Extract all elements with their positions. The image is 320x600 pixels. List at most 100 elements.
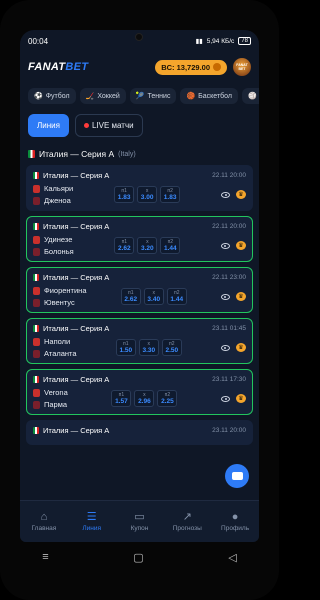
match-header: Италия — Серия А 23.11 17:30 bbox=[33, 375, 246, 384]
teams: Verona Парма bbox=[33, 388, 68, 409]
odd-p1-button[interactable]: п1 1.57 bbox=[111, 390, 132, 407]
team-logo-icon bbox=[33, 196, 40, 205]
odd-p2-button[interactable]: п2 2.25 bbox=[157, 390, 178, 407]
odd-x-button[interactable]: х 3.20 bbox=[137, 237, 158, 254]
match-league-title: Италия — Серия А bbox=[33, 222, 109, 231]
odd-value: 2.62 bbox=[118, 245, 131, 252]
teams: Кальяри Дженоа bbox=[33, 184, 73, 205]
prediction-icon[interactable]: ♛ bbox=[235, 343, 246, 352]
league-title: Италия — Серия А bbox=[39, 149, 115, 159]
coupon-fab-button[interactable] bbox=[225, 464, 249, 488]
italy-flag-icon bbox=[33, 427, 39, 434]
nav-label: Прогнозы bbox=[172, 524, 202, 532]
italy-flag-icon bbox=[33, 274, 39, 281]
match-card[interactable]: Италия — Серия А 23.11 20:00 bbox=[26, 420, 253, 445]
odd-value: 2.50 bbox=[165, 347, 179, 354]
odd-p2-button[interactable]: п2 1.44 bbox=[160, 237, 181, 254]
sport-tab[interactable]: 🏐Во bbox=[242, 88, 259, 104]
away-team: Ювентус bbox=[33, 298, 86, 307]
avatar-text: FANAT BET bbox=[236, 63, 248, 71]
eye-icon[interactable] bbox=[221, 191, 230, 198]
odd-p2-button[interactable]: п2 1.83 bbox=[160, 186, 181, 203]
match-league-title: Италия — Серия А bbox=[33, 426, 109, 435]
sport-icon: 🏀 bbox=[186, 93, 196, 100]
match-actions: ♛ bbox=[221, 190, 246, 199]
team-logo-icon bbox=[33, 400, 40, 409]
match-header: Италия — Серия А 22.11 23:00 bbox=[33, 273, 246, 282]
back-icon[interactable]: ◁ bbox=[228, 551, 236, 564]
odd-p1-button[interactable]: п1 2.62 bbox=[120, 288, 141, 305]
odd-value: 3.40 bbox=[147, 296, 161, 303]
match-card[interactable]: Италия — Серия А 22.11 23:00 Фиорентина … bbox=[26, 267, 253, 313]
eye-icon[interactable] bbox=[220, 242, 230, 249]
tab-line[interactable]: Линия bbox=[28, 114, 69, 137]
match-actions: ♛ bbox=[220, 241, 246, 250]
match-card[interactable]: Италия — Серия А 23.11 17:30 Verona Парм… bbox=[26, 369, 253, 415]
avatar[interactable]: FANAT BET bbox=[233, 58, 251, 76]
menu-icon[interactable]: ≡ bbox=[42, 551, 48, 563]
match-header: Италия — Серия А 22.11 20:00 bbox=[33, 171, 246, 180]
odd-x-button[interactable]: х 3.00 bbox=[137, 186, 158, 203]
nav-item[interactable]: ● Профиль bbox=[212, 510, 258, 532]
italy-flag-icon bbox=[33, 376, 39, 383]
eye-icon[interactable] bbox=[221, 395, 230, 402]
odd-value: 1.83 bbox=[117, 194, 131, 201]
home-team-name: Verona bbox=[44, 388, 68, 397]
odd-p2-button[interactable]: п2 2.50 bbox=[161, 339, 182, 356]
odd-value: 1.83 bbox=[163, 194, 177, 201]
match-card[interactable]: Италия — Серия А 22.11 20:00 Удинезе Бол… bbox=[26, 216, 253, 262]
teams: Фиорентина Ювентус bbox=[33, 286, 86, 307]
header-right: BC: 13,729.00 FANAT BET bbox=[155, 58, 251, 76]
italy-flag-icon bbox=[28, 150, 35, 158]
odd-x-button[interactable]: х 3.40 bbox=[143, 288, 164, 305]
balance-badge[interactable]: BC: 13,729.00 bbox=[155, 59, 227, 75]
eye-icon[interactable] bbox=[220, 344, 230, 351]
home-team: Удинезе bbox=[33, 235, 74, 244]
prediction-icon[interactable]: ♛ bbox=[235, 241, 246, 250]
nav-item[interactable]: ⌂ Главная bbox=[21, 511, 67, 532]
sport-tab[interactable]: 🎾 Теннис bbox=[129, 88, 177, 104]
match-card[interactable]: Италия — Серия А 23.11 01:45 Наполи Атал… bbox=[26, 318, 253, 364]
away-team-name: Болонья bbox=[44, 247, 74, 256]
prediction-icon[interactable]: ♛ bbox=[236, 394, 246, 403]
odds-group: п1 1.83 х 3.00 п2 1.83 bbox=[114, 186, 181, 203]
signal-icon: ▮▮ bbox=[195, 38, 203, 45]
odd-p2-button[interactable]: п2 1.44 bbox=[166, 288, 187, 305]
tab-live[interactable]: LIVE матчи bbox=[74, 114, 143, 137]
away-team-name: Парма bbox=[44, 400, 68, 409]
nav-item[interactable]: ☰ Линия bbox=[69, 511, 115, 532]
match-time: 23.11 17:30 bbox=[212, 376, 246, 383]
match-league-title: Италия — Серия А bbox=[33, 324, 109, 333]
nav-item[interactable]: ▭ Купон bbox=[116, 511, 162, 532]
away-team: Парма bbox=[33, 400, 68, 409]
prediction-icon[interactable]: ♛ bbox=[235, 292, 246, 301]
away-team-name: Аталанта bbox=[44, 349, 77, 358]
nav-icon: ↗ bbox=[182, 510, 192, 523]
odd-p1-button[interactable]: п1 1.83 bbox=[114, 186, 135, 203]
logo[interactable]: FANATBET bbox=[28, 61, 88, 73]
sport-tab[interactable]: 🏀 Баскетбол bbox=[180, 88, 238, 104]
home-icon[interactable]: ▢ bbox=[133, 551, 143, 564]
balance-value: BC: 13,729.00 bbox=[161, 62, 210, 72]
match-header: Италия — Серия А 23.11 01:45 bbox=[33, 324, 246, 333]
away-team: Дженоа bbox=[33, 196, 73, 205]
sport-tab[interactable]: 🏒 Хоккей bbox=[79, 88, 126, 104]
odd-value: 3.20 bbox=[141, 245, 154, 252]
odd-p1-button[interactable]: п1 2.62 bbox=[114, 237, 135, 254]
sport-tab-label: Хоккей bbox=[97, 92, 120, 100]
odd-p1-button[interactable]: п1 1.50 bbox=[115, 339, 136, 356]
sport-tab-label: Теннис bbox=[147, 92, 171, 100]
network-speed: 5,94 КБ/с bbox=[206, 37, 235, 45]
away-team: Болонья bbox=[33, 247, 74, 256]
odd-value: 3.30 bbox=[142, 347, 156, 354]
italy-flag-icon bbox=[33, 223, 39, 230]
match-card[interactable]: Италия — Серия А 22.11 20:00 Кальяри Дже… bbox=[26, 165, 253, 211]
eye-icon[interactable] bbox=[220, 293, 230, 300]
nav-item[interactable]: ↗ Прогнозы bbox=[164, 510, 210, 532]
odd-x-button[interactable]: х 2.96 bbox=[134, 390, 155, 407]
odd-x-button[interactable]: х 3.30 bbox=[138, 339, 159, 356]
prediction-icon[interactable]: ♛ bbox=[236, 190, 246, 199]
odd-value: 3.00 bbox=[140, 194, 154, 201]
sport-tab[interactable]: ⚽ Футбол bbox=[28, 88, 76, 104]
nav-icon: ● bbox=[231, 510, 239, 523]
